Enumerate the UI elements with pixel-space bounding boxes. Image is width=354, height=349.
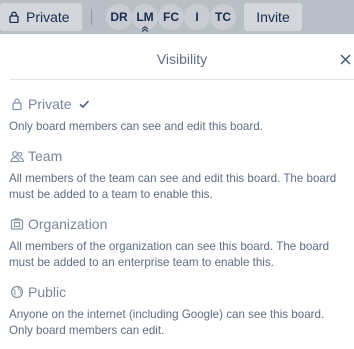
header-divider	[91, 9, 92, 25]
visibility-option-private[interactable]: Private Only board members can see and e…	[0, 94, 354, 135]
popover-divider	[10, 79, 354, 80]
option-label: Team	[28, 148, 63, 164]
invite-button[interactable]: Invite	[244, 3, 302, 31]
popover-header: Visibility	[0, 40, 354, 78]
popover-title: Visibility	[156, 51, 208, 67]
option-description: Only board members can see and edit this…	[9, 120, 263, 133]
option-label: Public	[28, 284, 67, 300]
board-header-bar: Private DR LM FC I TC Invite	[0, 0, 354, 34]
visibility-option-organization[interactable]: Organization All members of the organiza…	[0, 214, 354, 271]
option-label: Organization	[28, 216, 108, 232]
member-avatar-dr[interactable]: DR	[106, 4, 132, 30]
member-avatar-tc[interactable]: TC	[210, 4, 236, 30]
close-button[interactable]	[336, 50, 354, 68]
visibility-option-public[interactable]: Public Anyone on the internet (including…	[0, 282, 354, 339]
lock-icon	[12, 98, 22, 111]
organization-icon	[10, 218, 24, 230]
member-avatar-lm[interactable]: LM	[132, 4, 158, 32]
checkmark-icon	[79, 100, 89, 109]
privacy-button-label: Private	[26, 9, 70, 25]
team-icon	[10, 151, 24, 163]
member-initials: FC	[163, 10, 179, 24]
member-initials: I	[195, 10, 199, 24]
visibility-option-team[interactable]: Team All members of the team can see and…	[0, 146, 354, 203]
member-initials: TC	[215, 10, 231, 24]
privacy-button[interactable]: Private	[0, 3, 82, 31]
member-avatar-fc[interactable]: FC	[158, 4, 184, 30]
globe-icon	[10, 285, 24, 299]
option-label: Private	[28, 96, 72, 112]
member-initials: LM	[136, 10, 154, 24]
close-icon	[340, 54, 350, 64]
admin-chevron-icon	[141, 26, 149, 32]
member-initials: DR	[110, 10, 128, 24]
option-description: Anyone on the internet (including Google…	[9, 308, 325, 337]
invite-button-label: Invite	[256, 9, 290, 25]
lock-icon	[9, 11, 19, 23]
option-description: All members of the team can see and edit…	[9, 172, 337, 201]
member-avatar-i[interactable]: I	[184, 4, 210, 30]
option-description: All members of the organization can see …	[9, 240, 330, 269]
